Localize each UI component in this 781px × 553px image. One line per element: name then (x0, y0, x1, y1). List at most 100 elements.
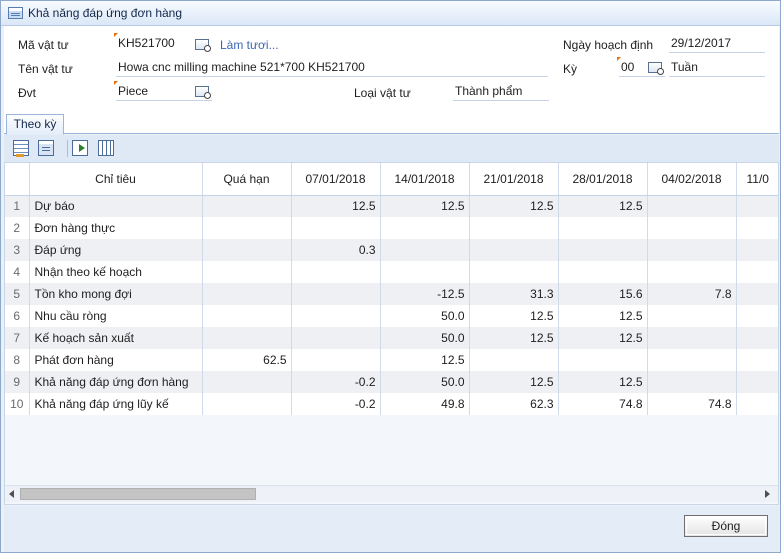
value-cell[interactable]: 62.3 (469, 393, 559, 415)
value-cell[interactable] (291, 349, 381, 371)
value-cell[interactable] (380, 261, 470, 283)
value-cell[interactable] (736, 349, 778, 371)
value-cell[interactable] (202, 305, 292, 327)
scroll-left-icon[interactable] (9, 490, 14, 498)
value-cell[interactable]: 12.5 (380, 349, 470, 371)
value-cell[interactable] (736, 305, 778, 327)
metric-cell[interactable]: Kế hoạch sản xuất (29, 327, 203, 349)
value-cell[interactable]: 74.8 (558, 393, 648, 415)
value-cell[interactable] (380, 217, 470, 239)
value-cell[interactable] (469, 217, 559, 239)
value-cell[interactable] (736, 217, 778, 239)
value-cell[interactable] (291, 305, 381, 327)
value-cell[interactable]: 12.5 (558, 371, 648, 393)
value-cell[interactable]: 15.6 (558, 283, 648, 305)
value-cell[interactable]: 12.5 (469, 327, 559, 349)
value-cell[interactable] (558, 261, 648, 283)
value-cell[interactable] (291, 217, 381, 239)
columns-icon[interactable] (98, 140, 114, 156)
value-cell[interactable]: 31.3 (469, 283, 559, 305)
table-row[interactable]: 8 Phát đơn hàng 62.5 12.5 (5, 349, 778, 371)
horizontal-scrollbar[interactable] (5, 485, 778, 502)
value-cell[interactable]: 0.3 (291, 239, 381, 261)
value-cell[interactable] (291, 283, 381, 305)
value-cell[interactable]: 12.5 (469, 195, 559, 217)
table-row[interactable]: 1 Dự báo 12.5 12.5 12.5 12.5 (5, 195, 778, 217)
metric-cell[interactable]: Đơn hàng thực (29, 217, 203, 239)
metric-cell[interactable]: Đáp ứng (29, 239, 203, 261)
table-row[interactable]: 7 Kế hoạch sản xuất 50.0 12.5 12.5 (5, 327, 778, 349)
value-cell[interactable] (647, 305, 737, 327)
value-cell[interactable] (202, 283, 292, 305)
column-header[interactable] (5, 163, 30, 196)
value-cell[interactable]: 50.0 (380, 327, 470, 349)
metric-cell[interactable]: Tồn kho mong đợi (29, 283, 203, 305)
value-cell[interactable] (647, 217, 737, 239)
value-cell[interactable] (202, 393, 292, 415)
value-cell[interactable] (736, 283, 778, 305)
column-header[interactable]: 14/01/2018 (380, 163, 470, 196)
value-cell[interactable]: 50.0 (380, 305, 470, 327)
refresh-link[interactable]: Làm tươi... (220, 38, 279, 52)
value-cell[interactable] (380, 239, 470, 261)
value-cell[interactable] (736, 195, 778, 217)
column-header[interactable]: Chỉ tiêu (29, 163, 203, 196)
value-cell[interactable] (647, 371, 737, 393)
value-cell[interactable] (647, 327, 737, 349)
value-cell[interactable] (202, 261, 292, 283)
metric-cell[interactable]: Nhận theo kế hoạch (29, 261, 203, 283)
value-cell[interactable] (647, 239, 737, 261)
metric-cell[interactable]: Phát đơn hàng (29, 349, 203, 371)
value-cell[interactable]: 12.5 (469, 305, 559, 327)
value-cell[interactable] (202, 239, 292, 261)
value-cell[interactable] (291, 261, 381, 283)
column-header[interactable]: 11/0 (736, 163, 778, 196)
value-cell[interactable]: 12.5 (558, 327, 648, 349)
metric-cell[interactable]: Khả năng đáp ứng lũy kế (29, 393, 203, 415)
table-row[interactable]: 10 Khả năng đáp ứng lũy kế -0.2 49.8 62.… (5, 393, 778, 415)
value-cell[interactable]: -0.2 (291, 371, 381, 393)
metric-cell[interactable]: Dự báo (29, 195, 203, 217)
value-cell[interactable] (291, 327, 381, 349)
value-cell[interactable] (202, 217, 292, 239)
value-cell[interactable]: 12.5 (558, 305, 648, 327)
table-row[interactable]: 5 Tồn kho mong đợi -12.5 31.3 15.6 7.8 (5, 283, 778, 305)
value-cell[interactable] (647, 261, 737, 283)
value-cell[interactable] (469, 239, 559, 261)
value-cell[interactable] (558, 239, 648, 261)
value-cell[interactable] (202, 195, 292, 217)
column-header[interactable]: 07/01/2018 (291, 163, 381, 196)
scroll-right-icon[interactable] (765, 490, 770, 498)
value-cell[interactable] (736, 327, 778, 349)
value-cell[interactable] (202, 327, 292, 349)
value-cell[interactable] (558, 217, 648, 239)
value-cell[interactable]: 12.5 (469, 371, 559, 393)
value-cell[interactable] (736, 371, 778, 393)
value-cell[interactable] (736, 261, 778, 283)
scrollbar-thumb[interactable] (20, 488, 256, 500)
value-cell[interactable] (558, 349, 648, 371)
column-header[interactable]: 04/02/2018 (647, 163, 737, 196)
value-cell[interactable] (736, 239, 778, 261)
table-row[interactable]: 9 Khả năng đáp ứng đơn hàng -0.2 50.0 12… (5, 371, 778, 393)
value-cell[interactable]: 62.5 (202, 349, 292, 371)
table-row[interactable]: 6 Nhu cầu ròng 50.0 12.5 12.5 (5, 305, 778, 327)
table-row[interactable]: 4 Nhận theo kế hoạch (5, 261, 778, 283)
value-cell[interactable]: 74.8 (647, 393, 737, 415)
value-cell[interactable] (469, 261, 559, 283)
value-cell[interactable]: 12.5 (558, 195, 648, 217)
column-header[interactable]: 21/01/2018 (469, 163, 559, 196)
value-cell[interactable] (647, 195, 737, 217)
tab-theo-ky[interactable]: Theo kỳ (6, 114, 64, 135)
value-cell[interactable]: 49.8 (380, 393, 470, 415)
planning-date-field[interactable]: 29/12/2017 (669, 35, 765, 53)
value-cell[interactable]: 50.0 (380, 371, 470, 393)
metric-cell[interactable]: Nhu cầu ròng (29, 305, 203, 327)
value-cell[interactable]: -12.5 (380, 283, 470, 305)
metric-cell[interactable]: Khả năng đáp ứng đơn hàng (29, 371, 203, 393)
lookup-icon[interactable] (195, 86, 211, 99)
export-icon[interactable] (72, 140, 88, 156)
lookup-icon[interactable] (195, 39, 211, 52)
value-cell[interactable] (202, 371, 292, 393)
table-row[interactable]: 3 Đáp ứng 0.3 (5, 239, 778, 261)
